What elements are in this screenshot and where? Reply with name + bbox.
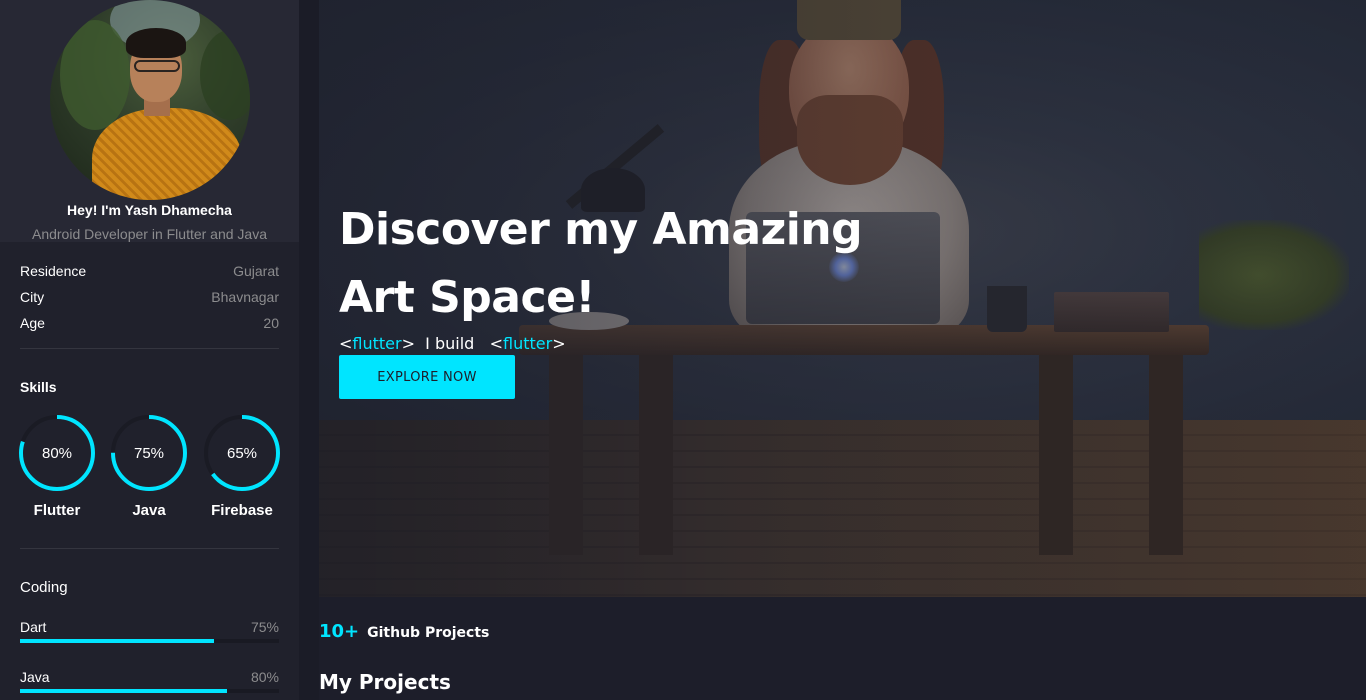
skill-percent: 75% — [133, 445, 165, 462]
progress-fill — [20, 639, 215, 643]
avatar — [50, 0, 250, 200]
info-value: Bhavnagar — [211, 289, 279, 305]
info-value: Gujarat — [233, 263, 279, 279]
code-bracket: < — [489, 334, 503, 353]
code-bracket: < — [339, 334, 353, 353]
profile-name: Hey! I'm Yash Dhamecha — [67, 202, 232, 218]
info-label: Age — [20, 315, 45, 331]
info-label: Residence — [20, 263, 87, 279]
code-bracket: > — [401, 334, 415, 353]
github-projects-stat: 10+ Github Projects — [319, 621, 489, 643]
sidebar-gutter — [299, 0, 319, 700]
skill-percent: 80% — [41, 445, 73, 462]
hero-title-line1: Discover my Amazing — [339, 204, 863, 255]
code-tag: flutter — [352, 334, 402, 353]
code-bracket: > — [552, 334, 566, 353]
skill-firebase: 65% Firebase — [203, 414, 281, 524]
info-row-age: Age 20 — [20, 315, 279, 333]
coding-row-java: Java 80% — [20, 669, 279, 699]
coding-row-dart: Dart 75% — [20, 619, 279, 649]
progress-track — [20, 689, 279, 693]
code-tag: flutter — [503, 334, 553, 353]
skills-title: Skills — [20, 379, 57, 395]
skill-flutter: 80% Flutter — [18, 414, 96, 524]
skill-java: 75% Java — [110, 414, 188, 524]
skill-label: Flutter — [33, 502, 81, 519]
skill-percent: 65% — [226, 445, 258, 462]
coding-percent: 75% — [250, 619, 279, 635]
profile-card: Hey! I'm Yash Dhamecha Android Developer… — [0, 0, 299, 242]
typing-tagline: <flutter> I build <flutter> — [339, 334, 566, 353]
progress-fill — [20, 689, 228, 693]
info-value: 20 — [263, 315, 279, 331]
info-label: City — [20, 289, 45, 305]
info-row-city: City Bhavnagar — [20, 289, 279, 307]
skill-label: Firebase — [211, 502, 273, 519]
github-count: 10+ — [319, 621, 360, 642]
explore-now-button[interactable]: EXPLORE NOW — [339, 355, 515, 399]
github-label: Github Projects — [367, 625, 490, 641]
coding-percent: 80% — [250, 669, 279, 685]
sidebar: Hey! I'm Yash Dhamecha Android Developer… — [0, 0, 299, 700]
divider — [20, 548, 279, 549]
coding-label: Java — [20, 669, 50, 685]
divider — [20, 348, 279, 349]
projects-title: My Projects — [319, 670, 451, 694]
tagline-text: I build — [425, 334, 475, 353]
profile-role: Android Developer in Flutter and Java — [31, 226, 268, 242]
hero-title-line2: Art Space! — [339, 272, 595, 323]
coding-title: Coding — [20, 579, 68, 596]
info-row-residence: Residence Gujarat — [20, 263, 279, 281]
skill-label: Java — [132, 502, 166, 519]
progress-track — [20, 639, 279, 643]
coding-label: Dart — [20, 619, 47, 635]
